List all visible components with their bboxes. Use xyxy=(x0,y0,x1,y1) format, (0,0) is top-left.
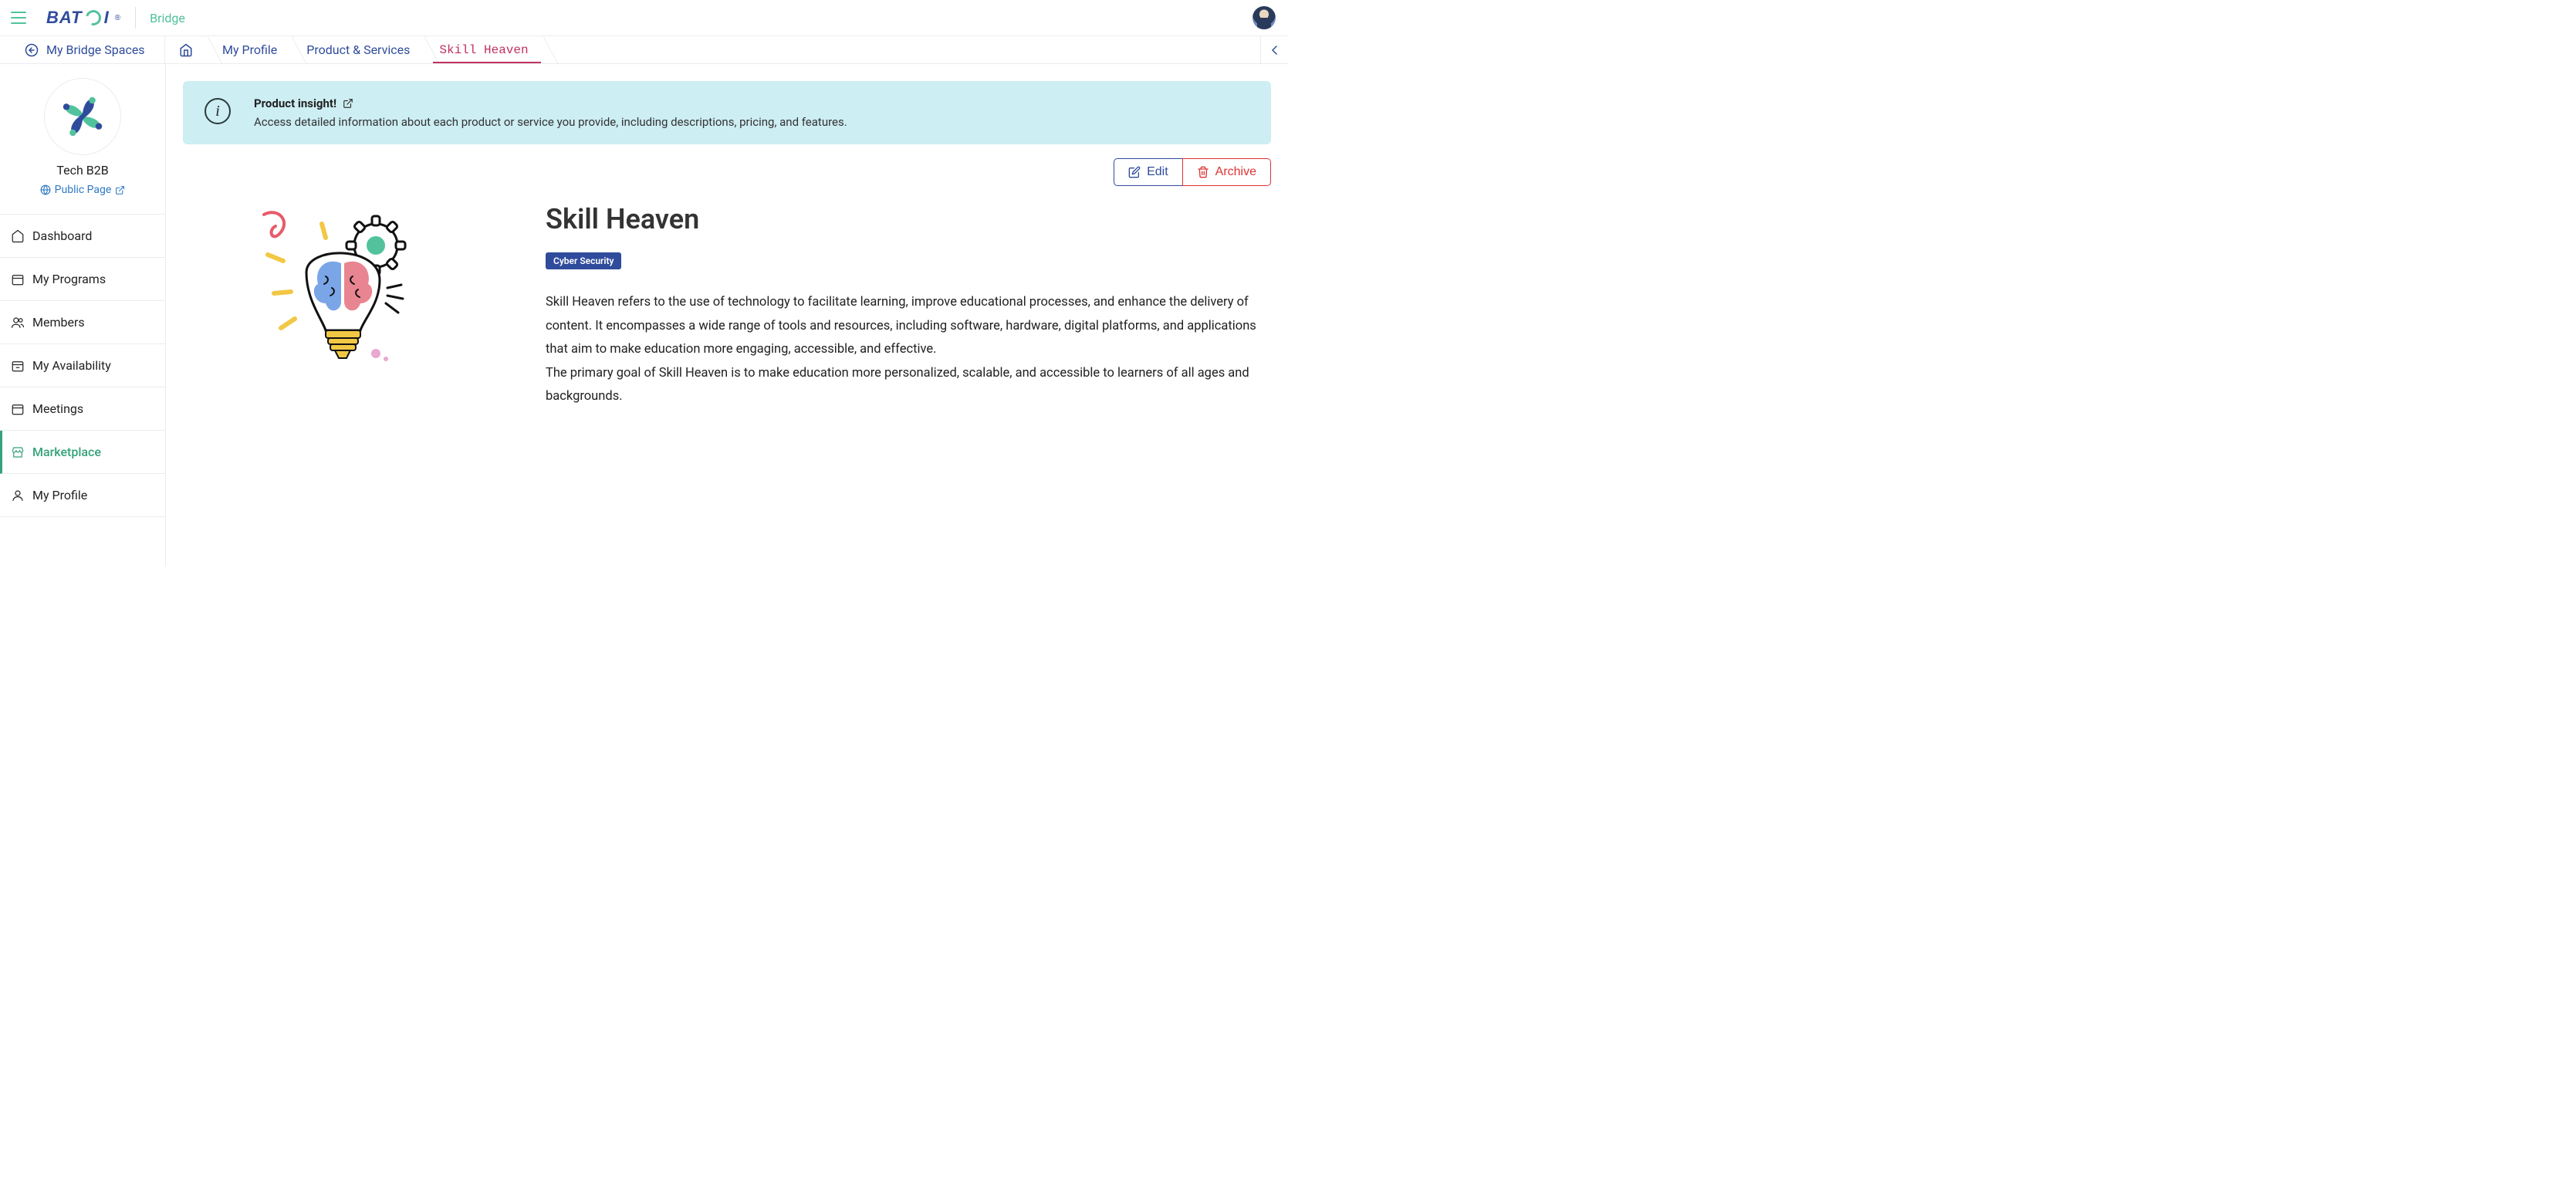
product-link[interactable]: Bridge xyxy=(150,11,185,25)
insight-body: Product insight! Access detailed informa… xyxy=(254,96,847,129)
header-divider xyxy=(135,7,136,29)
sidebar-item-label: My Programs xyxy=(32,272,106,286)
edit-button[interactable]: Edit xyxy=(1114,158,1183,186)
user-avatar[interactable] xyxy=(1253,6,1276,29)
public-page-label: Public Page xyxy=(55,184,112,196)
archive-label: Archive xyxy=(1215,165,1256,179)
brain-bulb-icon xyxy=(248,203,449,381)
logo-registered: ® xyxy=(115,14,121,22)
users-icon xyxy=(11,316,25,330)
public-page-link[interactable]: Public Page xyxy=(40,184,126,196)
product-paragraph-2: The primary goal of Skill Heaven is to m… xyxy=(546,362,1271,409)
sidebar-item-label: Marketplace xyxy=(32,445,101,459)
sidebar-item-label: My Profile xyxy=(32,488,87,502)
user-icon xyxy=(11,489,25,502)
breadcrumb-label: Product & Services xyxy=(306,42,410,57)
insight-description: Access detailed information about each p… xyxy=(254,115,847,129)
product-illustration xyxy=(183,203,515,381)
calendar-icon xyxy=(11,402,25,416)
breadcrumb-product-services[interactable]: Product & Services xyxy=(292,36,425,63)
archive-button[interactable]: Archive xyxy=(1182,158,1271,186)
trash-icon xyxy=(1197,166,1209,178)
space-block: Tech B2B Public Page xyxy=(0,64,165,215)
breadcrumb-home[interactable] xyxy=(165,36,208,63)
insight-banner: i Product insight! Access detailed infor… xyxy=(183,81,1271,144)
space-logo xyxy=(44,78,121,155)
globe-icon xyxy=(40,184,51,195)
sidebar-item-label: Meetings xyxy=(32,401,83,416)
storefront-icon xyxy=(11,445,25,459)
logo-text-left: BAT xyxy=(46,8,83,28)
sidebar-item-my-profile[interactable]: My Profile xyxy=(0,474,165,517)
product-info: Skill Heaven Cyber Security Skill Heaven… xyxy=(546,203,1271,409)
external-link-icon[interactable] xyxy=(343,98,353,109)
product-paragraph-1: Skill Heaven refers to the use of techno… xyxy=(546,291,1271,362)
sidebar-item-label: Dashboard xyxy=(32,228,92,243)
product-category-tag: Cyber Security xyxy=(546,252,621,269)
sidebar-item-dashboard[interactable]: Dashboard xyxy=(0,215,165,258)
sidebar-item-meetings[interactable]: Meetings xyxy=(0,387,165,431)
sidebar-nav: Dashboard My Programs Members My Availab… xyxy=(0,215,165,517)
edit-icon xyxy=(1128,166,1141,178)
back-to-spaces-link[interactable]: My Bridge Spaces xyxy=(0,36,165,63)
breadcrumb-label: Skill Heaven xyxy=(439,43,528,57)
logo-text-right: I xyxy=(104,8,110,28)
app-logo[interactable]: BAT I ® xyxy=(46,8,121,28)
insight-title-row: Product insight! xyxy=(254,96,847,110)
info-icon: i xyxy=(205,98,231,124)
logo-swirl-icon xyxy=(83,7,103,28)
breadcrumb-my-profile[interactable]: My Profile xyxy=(208,36,292,63)
menu-icon xyxy=(11,12,26,24)
sidebar-item-label: My Availability xyxy=(32,358,111,373)
calendar-minus-icon xyxy=(11,359,25,373)
hamburger-menu-button[interactable] xyxy=(6,5,31,30)
sidebar-item-marketplace[interactable]: Marketplace xyxy=(0,431,165,474)
product-title: Skill Heaven xyxy=(546,203,1271,235)
sidebar-item-my-programs[interactable]: My Programs xyxy=(0,258,165,301)
action-row: Edit Archive xyxy=(183,158,1271,186)
product-description: Skill Heaven refers to the use of techno… xyxy=(546,291,1271,409)
main-layout: Tech B2B Public Page Dashboard My Progra… xyxy=(0,64,1288,566)
sidebar: Tech B2B Public Page Dashboard My Progra… xyxy=(0,64,166,566)
space-name: Tech B2B xyxy=(0,163,165,178)
insight-title: Product insight! xyxy=(254,96,336,110)
breadcrumb-list: My Profile Product & Services Skill Heav… xyxy=(165,36,544,63)
sidebar-item-label: Members xyxy=(32,315,85,330)
breadcrumb-bar: My Bridge Spaces My Profile Product & Se… xyxy=(0,36,1288,64)
main-content: i Product insight! Access detailed infor… xyxy=(166,64,1288,566)
collapse-panel-button[interactable] xyxy=(1260,36,1288,63)
edit-label: Edit xyxy=(1147,165,1168,179)
back-label: My Bridge Spaces xyxy=(46,42,145,57)
product-content-row: Skill Heaven Cyber Security Skill Heaven… xyxy=(183,195,1271,409)
pinwheel-icon xyxy=(56,90,110,144)
back-arrow-icon xyxy=(25,43,39,57)
home-icon xyxy=(11,229,25,243)
breadcrumb-label: My Profile xyxy=(222,42,277,57)
top-header: BAT I ® Bridge xyxy=(0,0,1288,36)
external-link-icon xyxy=(115,185,125,195)
sidebar-item-members[interactable]: Members xyxy=(0,301,165,344)
sidebar-item-my-availability[interactable]: My Availability xyxy=(0,344,165,387)
home-icon xyxy=(179,43,193,57)
chevron-left-icon xyxy=(1270,45,1280,56)
calendar-icon xyxy=(11,272,25,286)
breadcrumb-skill-heaven[interactable]: Skill Heaven xyxy=(425,36,543,63)
